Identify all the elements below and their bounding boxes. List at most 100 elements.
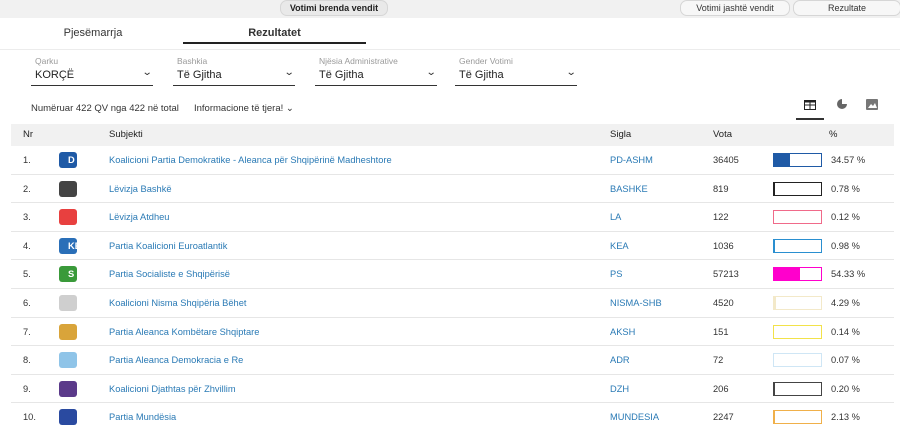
party-sigla-link[interactable]: NISMA-SHB: [610, 298, 662, 308]
party-sigla-link[interactable]: DZH: [610, 384, 629, 394]
row-number: 3.: [23, 212, 31, 223]
party-votes: 4520: [713, 297, 734, 308]
view-switcher: [796, 96, 886, 120]
party-percent: 54.33 %: [831, 269, 866, 280]
bashkia-value: Të Gjitha: [177, 69, 222, 81]
vote-share-fill: [774, 268, 800, 281]
vote-share-fill: [774, 296, 777, 309]
party-sigla-link[interactable]: MUNDESIA: [610, 412, 659, 422]
vote-share-bar: [773, 238, 822, 253]
chevron-down-icon: ⌄: [285, 103, 294, 114]
table-row: 10. Partia Mundësia MUNDESIA 2247 2.13 %: [11, 403, 894, 427]
gender-label: Gender Votimi: [459, 56, 513, 66]
party-name-link[interactable]: Partia Koalicioni Euroatlantik: [109, 241, 227, 251]
party-votes: 57213: [713, 269, 739, 280]
party-percent: 4.29 %: [831, 297, 860, 308]
party-logo-icon: S: [59, 266, 77, 283]
party-logo-icon: [59, 209, 77, 226]
party-percent: 0.12 %: [831, 212, 860, 223]
party-name-link[interactable]: Lëvizja Bashkë: [109, 184, 172, 194]
row-number: 2.: [23, 183, 31, 194]
table-row: 1. D Koalicioni Partia Demokratike - Alean…: [11, 146, 894, 175]
party-logo-icon: [59, 323, 77, 340]
party-logo-icon: D: [59, 152, 77, 168]
vote-share-bar: [773, 153, 822, 167]
bashkia-select[interactable]: Bashkia Të Gjitha ⌄: [173, 56, 295, 86]
njesia-select[interactable]: Njësia Administrative Të Gjitha ⌄: [315, 56, 437, 86]
party-logo-icon: [59, 380, 77, 397]
party-votes: 819: [713, 183, 729, 194]
party-name-link[interactable]: Partia Socialiste e Shqipërisë: [109, 269, 230, 279]
party-percent: 0.14 %: [831, 326, 860, 337]
gender-value: Të Gjitha: [459, 69, 504, 81]
party-percent: 0.78 %: [831, 183, 860, 194]
party-name-link[interactable]: Lëvizja Atdheu: [109, 212, 169, 222]
party-name-link[interactable]: Partia Aleanca Demokracia e Re: [109, 355, 243, 365]
party-sigla-link[interactable]: PD-ASHM: [610, 155, 653, 165]
chevron-down-icon: ⌄: [283, 67, 295, 78]
qarku-label: Qarku: [35, 56, 59, 66]
party-percent: 0.20 %: [831, 383, 860, 394]
chevron-down-icon: ⌄: [565, 67, 577, 78]
voting-outside-button[interactable]: Votimi jashtë vendit: [680, 0, 790, 16]
results-button[interactable]: Rezultate: [793, 0, 900, 16]
vote-share-bar: [773, 324, 822, 339]
njesia-label: Njësia Administrative: [319, 56, 398, 66]
vote-share-bar: [773, 295, 822, 310]
tab-bar: Pjesëmarrja Rezultatet: [0, 18, 900, 50]
party-logo-icon: [59, 409, 77, 426]
party-name-link[interactable]: Koalicioni Djathtas për Zhvillim: [109, 384, 236, 394]
vote-share-bar: [773, 381, 822, 396]
row-number: 8.: [23, 355, 31, 366]
party-name-link[interactable]: Partia Mundësia: [109, 412, 176, 422]
party-percent: 0.98 %: [831, 240, 860, 251]
party-sigla-link[interactable]: LA: [610, 212, 621, 222]
party-name-link[interactable]: Partia Aleanca Kombëtare Shqiptare: [109, 327, 259, 337]
row-number: 4.: [23, 240, 31, 251]
party-votes: 36405: [713, 155, 739, 165]
tab-turnout[interactable]: Pjesëmarrja: [28, 24, 158, 46]
party-votes: 122: [713, 212, 729, 223]
table-row: 4. KEA Partia Koalicioni Euroatlantik KEA 10…: [11, 232, 894, 261]
table-row: 3. Lëvizja Atdheu LA 122 0.12 %: [11, 203, 894, 232]
gender-select[interactable]: Gender Votimi Të Gjitha ⌄: [455, 56, 577, 86]
party-logo-text: KEA: [68, 240, 88, 251]
party-name-link[interactable]: Koalicioni Partia Demokratike - Aleanca …: [109, 155, 392, 165]
pie-chart-icon[interactable]: [828, 96, 856, 120]
qarku-value: KORÇË: [35, 69, 75, 81]
party-percent: 34.57 %: [831, 155, 866, 165]
header-nr: Nr: [23, 129, 34, 140]
voting-inside-button[interactable]: Votimi brenda vendit: [280, 0, 388, 16]
header-subject: Subjekti: [109, 129, 143, 140]
party-logo-icon: KEA: [59, 237, 88, 254]
table-header: Nr Subjekti Sigla Vota %: [11, 124, 894, 146]
chevron-down-icon: ⌄: [141, 67, 153, 78]
table-body: 1. D Koalicioni Partia Demokratike - Alean…: [11, 146, 894, 427]
vote-share-bar: [773, 353, 822, 368]
party-votes: 206: [713, 383, 729, 394]
party-sigla-link[interactable]: PS: [610, 269, 622, 279]
more-info-dropdown[interactable]: Informacione të tjera! ⌄: [194, 103, 294, 114]
table-icon[interactable]: [796, 96, 824, 120]
vote-share-fill: [774, 411, 775, 424]
party-logo-icon: [59, 294, 77, 311]
row-number: 6.: [23, 297, 31, 308]
table-row: 7. Partia Aleanca Kombëtare Shqiptare AKSH…: [11, 318, 894, 347]
party-sigla-link[interactable]: ADR: [610, 355, 630, 365]
party-sigla-link[interactable]: AKSH: [610, 327, 635, 337]
header-votes: Vota: [713, 129, 733, 140]
party-sigla-link[interactable]: BASHKE: [610, 184, 648, 194]
vote-share-bar: [773, 181, 822, 196]
row-number: 10.: [23, 412, 36, 423]
row-number: 1.: [23, 155, 31, 165]
party-votes: 1036: [713, 240, 734, 251]
table-row: 9. Koalicioni Djathtas për Zhvillim DZH 206…: [11, 375, 894, 404]
tab-results[interactable]: Rezultatet: [183, 24, 366, 44]
image-icon[interactable]: [858, 96, 886, 120]
party-name-link[interactable]: Koalicioni Nisma Shqipëria Bëhet: [109, 298, 246, 308]
party-sigla-link[interactable]: KEA: [610, 241, 629, 251]
qarku-select[interactable]: Qarku KORÇË ⌄: [31, 56, 153, 86]
bashkia-label: Bashkia: [177, 56, 208, 66]
row-number: 9.: [23, 383, 31, 394]
party-logo-text: S: [68, 269, 75, 280]
